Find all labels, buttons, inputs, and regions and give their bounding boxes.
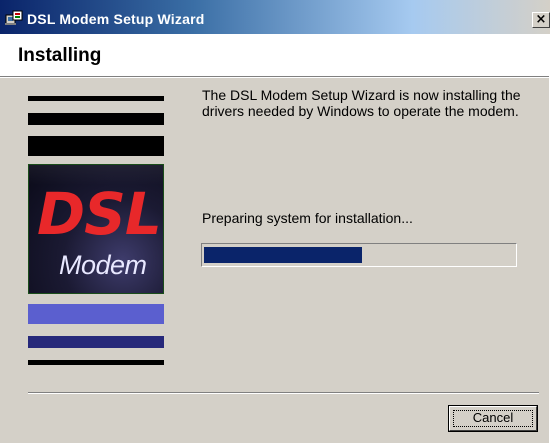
cancel-button[interactable]: Cancel — [449, 406, 537, 431]
title-bar[interactable]: DSL Modem Setup Wizard × — [0, 0, 550, 34]
window-title: DSL Modem Setup Wizard — [27, 11, 205, 27]
progress-fill — [204, 247, 362, 263]
banner-stripe — [28, 304, 164, 324]
install-progress-bar — [201, 243, 517, 267]
logo-brand-top: DSL — [37, 180, 162, 248]
close-button[interactable]: × — [532, 12, 550, 28]
banner-stripe — [28, 96, 164, 101]
setup-wizard-window: DSL Modem Setup Wizard × Installing DSL … — [0, 0, 550, 443]
header-divider-highlight — [0, 77, 550, 78]
banner-stripe — [28, 113, 164, 125]
setup-wizard-icon — [5, 10, 23, 26]
close-icon: × — [535, 12, 547, 27]
install-description: The DSL Modem Setup Wizard is now instal… — [202, 87, 521, 119]
banner-stripe — [28, 336, 164, 348]
install-status: Preparing system for installation... — [202, 210, 413, 226]
banner-stripe — [28, 360, 164, 365]
banner-stripe — [28, 136, 164, 156]
dsl-modem-logo: DSL Modem — [28, 164, 164, 294]
logo-brand-bottom: Modem — [59, 250, 147, 280]
page-title: Installing — [18, 45, 102, 66]
wizard-header: Installing — [0, 34, 550, 76]
cancel-button-label: Cancel — [472, 410, 514, 425]
footer-divider-highlight — [28, 393, 539, 394]
